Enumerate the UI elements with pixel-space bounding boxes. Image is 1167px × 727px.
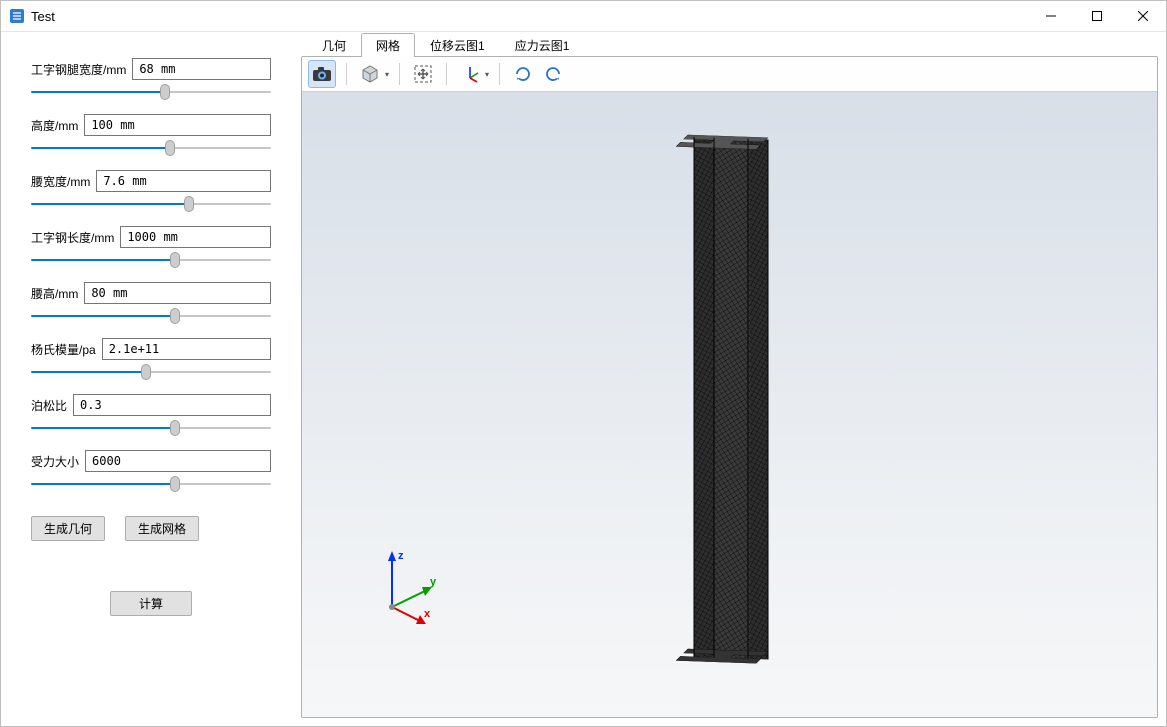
camera-icon[interactable]	[308, 60, 336, 88]
chevron-down-icon[interactable]: ▾	[485, 70, 489, 79]
param-input[interactable]	[85, 450, 271, 472]
param-input[interactable]	[84, 114, 271, 136]
rotate-ccw-icon[interactable]	[540, 61, 566, 87]
param-label: 工字钢长度/mm	[31, 229, 120, 246]
param-label: 杨氏模量/pa	[31, 341, 102, 358]
param-slider[interactable]	[31, 252, 271, 268]
param-slider[interactable]	[31, 196, 271, 212]
svg-text:y: y	[430, 576, 437, 588]
param-input[interactable]	[120, 226, 271, 248]
mesh-model	[640, 125, 820, 685]
chevron-down-icon[interactable]: ▾	[385, 70, 389, 79]
viewport-panel: 几何网格位移云图1应力云图1	[301, 32, 1166, 726]
svg-text:x: x	[424, 608, 431, 620]
orientation-triad: z y x	[372, 547, 452, 627]
tab-0[interactable]: 几何	[307, 33, 361, 57]
param-label: 泊松比	[31, 397, 73, 414]
window-title: Test	[31, 9, 55, 24]
param-input[interactable]	[84, 282, 271, 304]
minimize-button[interactable]	[1028, 1, 1074, 31]
tab-1[interactable]: 网格	[361, 33, 415, 57]
parameter-panel: 工字钢腿宽度/mm 高度/mm 腰宽度/mm 工字钢长度/mm 腰高/mm 杨氏模量/pa…	[1, 32, 301, 726]
viewport-frame: ▾	[301, 56, 1158, 718]
svg-text:z: z	[398, 550, 404, 562]
app-icon	[9, 8, 25, 24]
viewport-3d[interactable]: z y x	[302, 92, 1157, 717]
tab-3[interactable]: 应力云图1	[500, 33, 585, 57]
param-slider[interactable]	[31, 476, 271, 492]
viewport-toolbar: ▾	[302, 57, 1157, 92]
param-input[interactable]	[132, 58, 271, 80]
rotate-cw-icon[interactable]	[510, 61, 536, 87]
generate-geometry-button[interactable]: 生成几何	[31, 516, 105, 541]
generate-mesh-button[interactable]: 生成网格	[125, 516, 199, 541]
param-input[interactable]	[102, 338, 271, 360]
param-label: 工字钢腿宽度/mm	[31, 61, 132, 78]
param-label: 高度/mm	[31, 117, 84, 134]
fit-view-icon[interactable]	[410, 61, 436, 87]
param-slider[interactable]	[31, 364, 271, 380]
param-slider[interactable]	[31, 140, 271, 156]
maximize-button[interactable]	[1074, 1, 1120, 31]
view-tabs: 几何网格位移云图1应力云图1	[301, 32, 1158, 56]
close-button[interactable]	[1120, 1, 1166, 31]
param-input[interactable]	[96, 170, 271, 192]
calculate-button[interactable]: 计算	[110, 591, 192, 616]
main-window: Test 工字钢腿宽度/mm 高度/mm 腰宽度/mm 工字钢长度/mm 腰高/mm 杨氏…	[0, 0, 1167, 727]
param-input[interactable]	[73, 394, 271, 416]
tab-2[interactable]: 位移云图1	[415, 33, 500, 57]
param-slider[interactable]	[31, 84, 271, 100]
box-view-icon[interactable]	[357, 61, 383, 87]
param-slider[interactable]	[31, 308, 271, 324]
param-label: 受力大小	[31, 453, 85, 470]
param-label: 腰宽度/mm	[31, 173, 96, 190]
axes-triad-icon[interactable]	[457, 61, 483, 87]
param-slider[interactable]	[31, 420, 271, 436]
titlebar: Test	[1, 1, 1166, 32]
param-label: 腰高/mm	[31, 285, 84, 302]
